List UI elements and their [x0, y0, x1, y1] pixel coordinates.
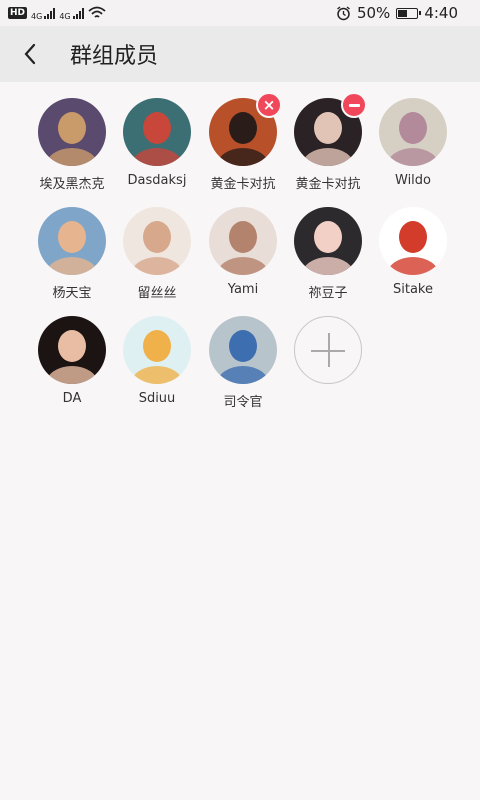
network-type-1: 4G: [31, 11, 43, 21]
plus-icon[interactable]: [294, 316, 362, 384]
alarm-icon: [337, 5, 350, 20]
member-name: Sitake: [393, 282, 433, 297]
member-name: Wildo: [395, 173, 431, 188]
member-name: 埃及黑杰克: [39, 177, 105, 192]
member-avatar[interactable]: [209, 207, 277, 275]
avatar-image: [123, 316, 191, 384]
avatar-image: [294, 207, 362, 275]
avatar-image: [38, 316, 106, 384]
avatar-image: [209, 316, 277, 384]
member-item[interactable]: 黄金卡对抗: [285, 92, 371, 192]
member-name: 司令官: [223, 395, 263, 410]
hd-icon: HD: [8, 7, 28, 19]
battery-percent: 50%: [356, 4, 391, 22]
status-bar: HD 4G 4G 50% 4:40: [0, 0, 480, 26]
clock: 4:40: [424, 4, 458, 22]
member-name: 留丝丝: [137, 286, 177, 301]
member-item[interactable]: 留丝丝: [114, 207, 200, 301]
member-item[interactable]: Wildo: [370, 98, 456, 188]
member-name: 黄金卡对抗: [210, 177, 276, 192]
wifi-icon: [88, 6, 106, 18]
member-item[interactable]: 杨天宝: [29, 207, 115, 301]
avatar-image: [38, 98, 106, 166]
member-item[interactable]: Sdiuu: [114, 316, 200, 406]
back-arrow-icon: [24, 43, 36, 65]
member-avatar[interactable]: [38, 316, 106, 384]
avatar-image: [209, 207, 277, 275]
member-avatar[interactable]: [38, 207, 106, 275]
member-avatar[interactable]: [123, 207, 191, 275]
member-avatar[interactable]: [209, 316, 277, 384]
add-member-item[interactable]: [285, 316, 371, 384]
member-avatar[interactable]: [123, 98, 191, 166]
member-avatar[interactable]: [379, 207, 447, 275]
member-item[interactable]: DA: [29, 316, 115, 406]
member-name: 杨天宝: [52, 286, 92, 301]
battery-icon: [396, 7, 422, 19]
member-avatar[interactable]: [123, 316, 191, 384]
member-avatar[interactable]: [379, 98, 447, 166]
member-item[interactable]: 祢豆子: [285, 207, 371, 301]
remove-member-minus-icon[interactable]: [341, 92, 367, 118]
member-name: Yami: [227, 282, 259, 297]
member-item[interactable]: 司令官: [200, 316, 286, 410]
remove-member-x-icon[interactable]: ×: [256, 92, 282, 118]
member-name: DA: [62, 391, 82, 406]
page-title: 群组成员: [70, 44, 159, 69]
signal-icon-2: [72, 7, 84, 19]
status-left: HD 4G 4G: [0, 6, 106, 21]
member-name: Dasdaksj: [127, 173, 187, 188]
back-button[interactable]: [0, 26, 60, 82]
member-item[interactable]: 埃及黑杰克: [29, 98, 115, 192]
signal-icon: [44, 7, 56, 19]
avatar-image: [38, 207, 106, 275]
member-item[interactable]: Dasdaksj: [114, 98, 200, 188]
member-name: Sdiuu: [138, 391, 176, 406]
member-avatar[interactable]: [38, 98, 106, 166]
title-bar: 群组成员: [0, 26, 480, 82]
member-item[interactable]: Sitake: [370, 207, 456, 297]
member-name: 祢豆子: [308, 286, 348, 301]
member-avatar[interactable]: [294, 207, 362, 275]
network-type-2: 4G: [59, 11, 71, 21]
member-item[interactable]: Yami: [200, 207, 286, 297]
avatar-image: [379, 207, 447, 275]
status-right: 50% 4:40: [336, 4, 480, 22]
member-item[interactable]: × 黄金卡对抗: [200, 92, 286, 192]
avatar-image: [379, 98, 447, 166]
avatar-image: [123, 207, 191, 275]
member-name: 黄金卡对抗: [295, 177, 361, 192]
avatar-image: [123, 98, 191, 166]
